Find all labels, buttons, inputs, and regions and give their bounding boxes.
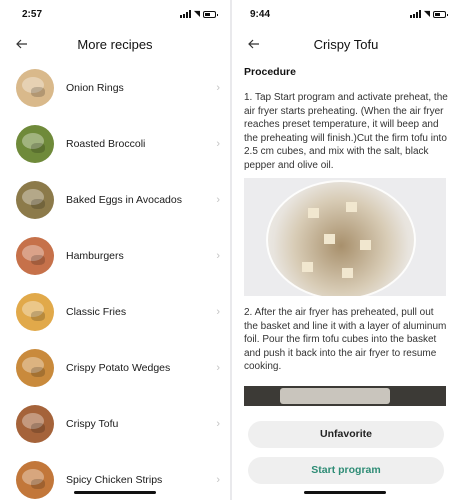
status-icons: ◥ <box>179 9 218 18</box>
procedure-step-1: 1. Tap Start program and activate prehea… <box>244 92 448 171</box>
recipe-name: Classic Fries <box>66 306 127 318</box>
recipe-item-potato-wedges[interactable]: Crispy Potato Wedges › <box>0 340 230 396</box>
section-title: Procedure <box>244 66 296 78</box>
unfavorite-button[interactable]: Unfavorite <box>248 421 444 448</box>
recipe-item-baked-eggs[interactable]: Baked Eggs in Avocados › <box>0 172 230 228</box>
recipe-name: Crispy Tofu <box>66 418 119 430</box>
recipe-list: Onion Rings › Roasted Broccoli › Baked E… <box>0 60 230 500</box>
recipe-item-onion-rings[interactable]: Onion Rings › <box>0 60 230 116</box>
bowl-image <box>266 180 416 296</box>
recipe-name: Spicy Chicken Strips <box>66 474 163 486</box>
recipe-thumbnail <box>16 69 54 107</box>
recipe-thumbnail <box>16 237 54 275</box>
recipe-thumbnail <box>16 349 54 387</box>
status-bar: 2:57 ◥ <box>0 0 230 28</box>
recipe-thumbnail <box>16 293 54 331</box>
chevron-right-icon: › <box>216 362 220 374</box>
recipe-item-hamburgers[interactable]: Hamburgers › <box>0 228 230 284</box>
signal-icon <box>179 10 191 18</box>
chevron-right-icon: › <box>216 250 220 262</box>
recipe-name: Roasted Broccoli <box>66 138 146 150</box>
status-bar: 9:44 ◥ <box>232 0 460 28</box>
recipes-screen: 2:57 ◥ More recipes Onion Rings › Roaste… <box>0 0 230 500</box>
home-indicator <box>74 491 156 494</box>
nav-header: More recipes <box>0 28 230 62</box>
nav-header: Crispy Tofu <box>232 28 460 62</box>
start-program-button[interactable]: Start program <box>248 457 444 484</box>
wifi-icon: ◥ <box>423 9 430 18</box>
recipe-thumbnail <box>16 461 54 499</box>
home-indicator <box>304 491 386 494</box>
page-title: Crispy Tofu <box>313 37 379 52</box>
recipe-item-roasted-broccoli[interactable]: Roasted Broccoli › <box>0 116 230 172</box>
chevron-right-icon: › <box>216 138 220 150</box>
chevron-right-icon: › <box>216 474 220 486</box>
status-time: 2:57 <box>22 9 43 20</box>
signal-icon <box>409 10 421 18</box>
recipe-item-crispy-tofu[interactable]: Crispy Tofu › <box>0 396 230 452</box>
chevron-right-icon: › <box>216 306 220 318</box>
recipe-name: Onion Rings <box>66 82 124 94</box>
procedure-content: Procedure 1. Tap Start program and activ… <box>244 62 450 374</box>
chevron-right-icon: › <box>216 82 220 94</box>
recipe-name: Crispy Potato Wedges <box>66 362 171 374</box>
action-bar: Unfavorite Start program <box>232 410 460 500</box>
recipe-item-classic-fries[interactable]: Classic Fries › <box>0 284 230 340</box>
chevron-right-icon: › <box>216 194 220 206</box>
status-icons: ◥ <box>409 9 448 18</box>
battery-icon <box>203 10 218 18</box>
recipe-thumbnail <box>16 405 54 443</box>
recipe-detail-screen: 9:44 ◥ Crispy Tofu Procedure 1. Tap Star… <box>232 0 460 500</box>
recipe-name: Hamburgers <box>66 250 124 262</box>
wifi-icon: ◥ <box>193 9 200 18</box>
step-2-photo <box>244 386 446 406</box>
recipe-thumbnail <box>16 125 54 163</box>
procedure-step-2: 2. After the air fryer has preheated, pu… <box>244 307 447 372</box>
recipe-name: Baked Eggs in Avocados <box>66 194 182 206</box>
step-1-photo <box>244 178 446 296</box>
chevron-right-icon: › <box>216 418 220 430</box>
status-time: 9:44 <box>250 9 271 20</box>
recipe-thumbnail <box>16 181 54 219</box>
battery-icon <box>433 10 448 18</box>
page-title: More recipes <box>77 37 153 52</box>
